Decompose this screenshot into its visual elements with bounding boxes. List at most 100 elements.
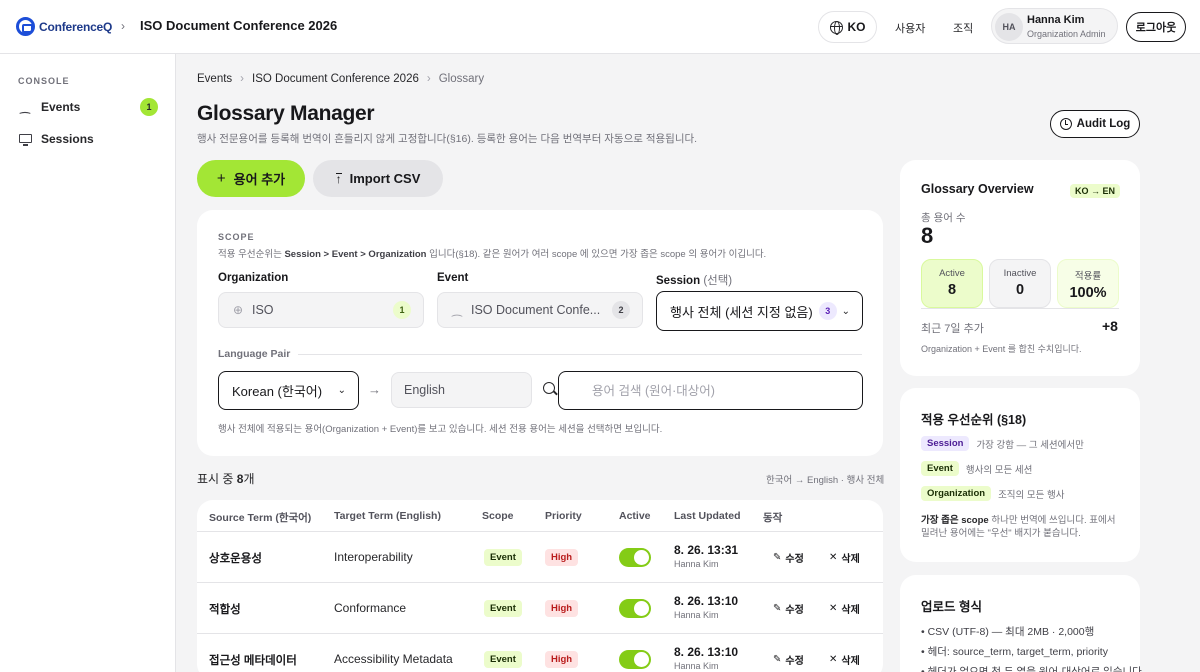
term-search-input[interactable]	[558, 371, 863, 410]
column-header: 동작	[763, 512, 783, 524]
event-label: Event	[437, 272, 469, 284]
priority-desc: 행사의 모든 세션	[965, 464, 1033, 476]
scope-badge: Event	[484, 651, 522, 668]
priority-badge: High	[545, 600, 579, 617]
breadcrumb-event[interactable]: ISO Document Conference 2026	[252, 73, 419, 85]
recent-added-label: 최근 7일 추가	[921, 323, 984, 335]
add-term-button[interactable]: + 용어 추가	[197, 160, 305, 197]
sidebar-item-label: Sessions	[41, 132, 94, 146]
active-toggle[interactable]	[619, 650, 651, 669]
language-button[interactable]: KO	[818, 11, 877, 43]
session-label: Session (선택)	[656, 275, 733, 287]
source-term: 적합성	[209, 604, 241, 616]
result-count: 표시 중 8개	[197, 472, 255, 486]
organization-count: 1	[393, 301, 411, 319]
sidebar-item-sessions[interactable]: Sessions	[18, 128, 158, 150]
scope-card: SCOPE 적용 우선순위는 Session > Event > Organiz…	[197, 210, 883, 456]
scope-label: SCOPE	[218, 232, 255, 242]
delete-button[interactable]: ✕ 삭제	[829, 652, 860, 667]
divider	[921, 308, 1119, 309]
column-header[interactable]: Scope	[482, 510, 514, 522]
active-toggle[interactable]	[619, 548, 651, 567]
sidebar-item-label: Events	[41, 100, 81, 114]
delete-button[interactable]: ✕ 삭제	[829, 550, 860, 565]
table-row[interactable]: 상호운용성 Interoperability Event High 8. 26.…	[197, 532, 883, 583]
priority-desc: 가장 강함 — 그 세션에서만	[976, 439, 1084, 451]
overview-title: Glossary Overview	[921, 182, 1034, 196]
priority-tag: Session	[921, 436, 970, 451]
column-header[interactable]: Last Updated	[674, 510, 741, 522]
pencil-icon: ✎	[773, 603, 782, 614]
upload-rule: • 헤더: source_term, target_term, priority	[921, 646, 1108, 658]
column-header[interactable]: Source Term (한국어)	[209, 510, 311, 525]
edit-button[interactable]: ✎ 수정	[773, 601, 804, 616]
user-role: Organization Admin	[1027, 29, 1106, 39]
add-term-label: 용어 추가	[233, 172, 286, 187]
arrow-right-icon: →	[368, 382, 381, 397]
priority-row: Event 행사의 모든 세션	[921, 461, 1032, 476]
sidebar-item-events[interactable]: ⁔ Events 1	[18, 96, 158, 118]
last-updated: 8. 26. 13:31 Hanna Kim	[674, 543, 739, 569]
event-icon: ⁔	[452, 303, 462, 317]
recent-added-value: +8	[1102, 318, 1118, 334]
target-term: Conformance	[334, 601, 407, 615]
glossary-table: Source Term (한국어) Target Term (English) …	[197, 500, 883, 672]
stat-active: Active 8	[921, 259, 983, 308]
divider	[298, 354, 862, 355]
logo-icon	[16, 17, 35, 36]
delete-button[interactable]: ✕ 삭제	[829, 601, 860, 616]
glossary-overview-card: Glossary Overview KO → EN 총 용어 수 8 Activ…	[900, 160, 1140, 376]
breadcrumb-events[interactable]: Events	[197, 73, 232, 85]
session-select[interactable]: 행사 전체 (세션 지정 없음) 3 ⌄	[656, 291, 863, 331]
overview-note: Organization + Event 를 합친 수치입니다.	[921, 344, 1082, 354]
upload-rule: • CSV (UTF-8) — 최대 2MB · 2,000행	[921, 626, 1095, 638]
import-csv-button[interactable]: ↑ Import CSV	[313, 160, 443, 197]
close-icon: ✕	[829, 552, 838, 563]
event-count: 2	[612, 301, 630, 319]
priority-tag: Organization	[921, 486, 992, 501]
last-updated: 8. 26. 13:10 Hanna Kim	[674, 594, 739, 620]
source-language-select[interactable]: Korean (한국어) ⌄	[218, 371, 359, 410]
logo[interactable]: ConferenceQ	[16, 17, 112, 36]
edit-button[interactable]: ✎ 수정	[773, 652, 804, 667]
table-row[interactable]: 적합성 Conformance Event High 8. 26. 13:10 …	[197, 583, 883, 634]
target-term: Interoperability	[334, 550, 413, 564]
scope-badge: Event	[484, 549, 522, 566]
nav-organization[interactable]: 조직	[953, 20, 973, 36]
chevron-down-icon: ⌄	[841, 305, 850, 317]
stat-coverage: 적용률 100%	[1057, 259, 1119, 308]
nav-users[interactable]: 사용자	[895, 20, 925, 36]
page-title: Glossary Manager	[197, 102, 375, 125]
table-row[interactable]: 접근성 메타데이터 Accessibility Metadata Event H…	[197, 634, 883, 672]
priority-badge: High	[545, 549, 579, 566]
audit-log-label: Audit Log	[1076, 118, 1131, 130]
session-count: 3	[818, 302, 837, 320]
scope-note: 적용 우선순위는 Session > Event > Organization …	[218, 249, 767, 260]
user-name: Hanna Kim	[1027, 14, 1085, 26]
priority-row: Organization 조직의 모든 행사	[921, 486, 1065, 501]
target-language-value: English	[404, 383, 445, 397]
priority-card: 적용 우선순위 (§18) Session 가장 강함 — 그 세션에서만 Ev…	[900, 388, 1140, 562]
active-toggle[interactable]	[619, 599, 651, 618]
user-menu[interactable]: HA Hanna Kim Organization Admin	[991, 8, 1118, 44]
upload-title: 업로드 형식	[921, 600, 982, 614]
event-select[interactable]: ⁔ ISO Document Confe... 2	[437, 292, 643, 328]
last-updated: 8. 26. 13:10 Hanna Kim	[674, 645, 739, 671]
target-term: Accessibility Metadata	[334, 652, 453, 666]
edit-button[interactable]: ✎ 수정	[773, 550, 804, 565]
audit-log-button[interactable]: Audit Log	[1050, 110, 1140, 138]
monitor-icon	[18, 132, 32, 146]
total-terms-value: 8	[921, 223, 934, 248]
organization-select[interactable]: ⊕ ISO 1	[218, 292, 424, 328]
app-title: ISO Document Conference 2026	[140, 18, 338, 33]
logout-button[interactable]: 로그아웃	[1126, 12, 1186, 42]
clock-icon	[1059, 118, 1072, 130]
breadcrumb-current: Glossary	[438, 73, 485, 85]
chevron-right-icon: ›	[240, 73, 245, 85]
scope-footnote: 행사 전체에 적용되는 용어(Organization + Event)를 보고…	[218, 424, 663, 435]
close-icon: ✕	[829, 654, 838, 665]
column-header[interactable]: Active	[619, 510, 651, 522]
priority-badge: High	[545, 651, 579, 668]
column-header[interactable]: Target Term (English)	[334, 510, 441, 522]
column-header[interactable]: Priority	[545, 510, 582, 522]
